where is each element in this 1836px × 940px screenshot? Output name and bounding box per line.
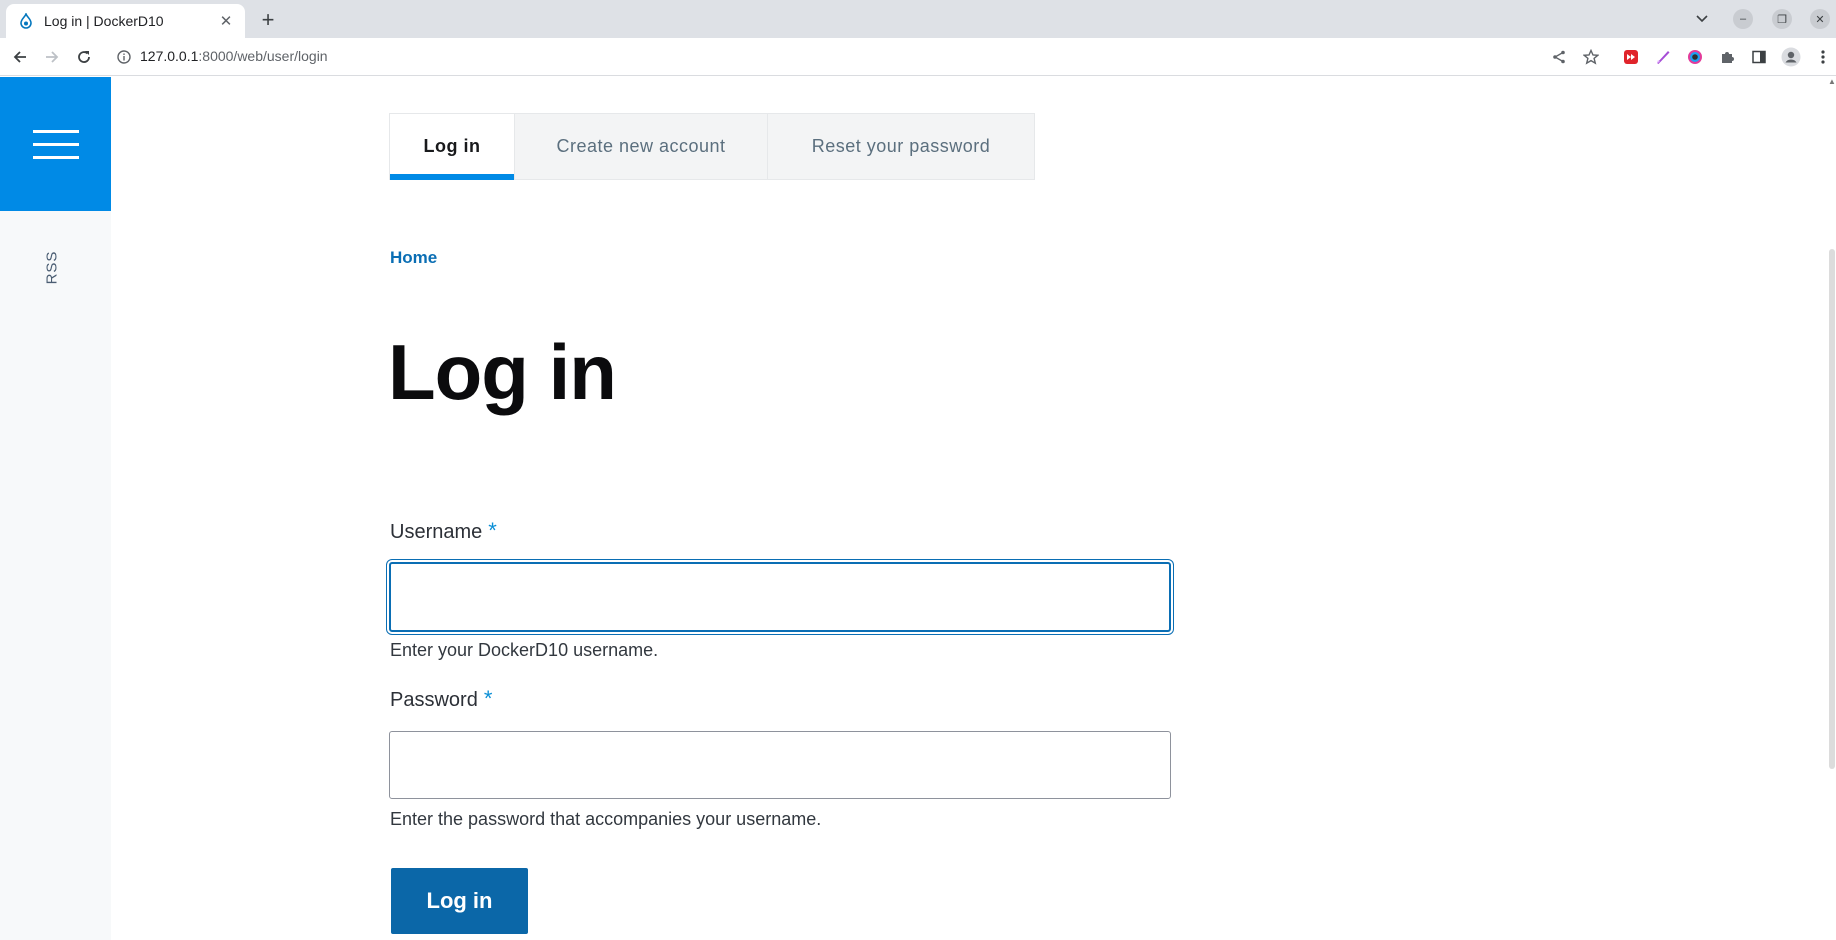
url-host: 127.0.0.1 bbox=[140, 48, 199, 64]
tab-log-in[interactable]: Log in bbox=[390, 114, 515, 180]
page-viewport: RSS Log in Create new account Reset your… bbox=[0, 77, 1836, 940]
login-submit-button[interactable]: Log in bbox=[391, 868, 528, 934]
tab-create-new-account[interactable]: Create new account bbox=[515, 114, 768, 179]
browser-tab[interactable]: Log in | DockerD10 ✕ bbox=[6, 4, 245, 38]
reload-icon[interactable] bbox=[72, 45, 96, 69]
minimize-icon[interactable]: – bbox=[1733, 9, 1753, 29]
tab-reset-password[interactable]: Reset your password bbox=[768, 114, 1034, 179]
extensions-puzzle-icon[interactable] bbox=[1717, 47, 1737, 67]
browser-tab-title: Log in | DockerD10 bbox=[44, 13, 164, 29]
back-icon[interactable] bbox=[8, 45, 32, 69]
profile-icon[interactable] bbox=[1781, 47, 1801, 67]
close-window-icon[interactable]: ✕ bbox=[1810, 9, 1830, 29]
forward-icon[interactable] bbox=[40, 45, 64, 69]
rss-label: RSS bbox=[43, 250, 61, 284]
new-tab-icon[interactable]: + bbox=[256, 7, 280, 32]
address-bar[interactable]: 127.0.0.1:8000/web/user/login bbox=[140, 48, 328, 64]
extension-red-icon[interactable] bbox=[1621, 47, 1641, 67]
scroll-thumb[interactable] bbox=[1829, 249, 1835, 769]
restore-icon[interactable]: ❐ bbox=[1772, 9, 1792, 29]
password-field[interactable] bbox=[389, 731, 1171, 799]
username-label-text: Username bbox=[390, 521, 483, 543]
browser-toolbar: 127.0.0.1:8000/web/user/login bbox=[0, 38, 1836, 76]
tab-search-icon[interactable] bbox=[1692, 9, 1712, 29]
menu-bar-line bbox=[32, 129, 79, 133]
username-help-text: Enter your DockerD10 username. bbox=[390, 640, 659, 660]
password-label: Password * bbox=[390, 686, 492, 712]
username-label: Username * bbox=[390, 518, 497, 544]
password-label-text: Password bbox=[390, 689, 478, 711]
username-field[interactable] bbox=[389, 562, 1171, 632]
url-path: :8000/web/user/login bbox=[198, 48, 328, 64]
side-panel-icon[interactable] bbox=[1749, 47, 1769, 67]
site-info-icon[interactable] bbox=[114, 47, 134, 67]
browser-tab-strip: Log in | DockerD10 ✕ + – ❐ ✕ bbox=[0, 0, 1836, 38]
bookmark-star-icon[interactable] bbox=[1581, 47, 1601, 67]
extension-color-icon[interactable] bbox=[1685, 47, 1705, 67]
page-scrollbar[interactable]: ▲ bbox=[1828, 77, 1836, 940]
extension-pen-icon[interactable] bbox=[1653, 47, 1673, 67]
hamburger-menu-button[interactable] bbox=[0, 77, 111, 211]
close-icon[interactable]: ✕ bbox=[217, 12, 235, 30]
local-tasks-tabs: Log in Create new account Reset your pas… bbox=[389, 113, 1035, 180]
password-help-text: Enter the password that accompanies your… bbox=[390, 809, 822, 829]
more-menu-icon[interactable] bbox=[1813, 47, 1833, 67]
site-sidebar: RSS bbox=[0, 77, 111, 940]
drupal-favicon-icon bbox=[18, 13, 34, 29]
breadcrumb-home-link[interactable]: Home bbox=[390, 248, 437, 268]
share-icon[interactable] bbox=[1549, 47, 1569, 67]
required-marker: * bbox=[483, 686, 493, 711]
required-marker: * bbox=[488, 518, 497, 543]
rss-link[interactable]: RSS bbox=[42, 242, 62, 292]
scroll-up-icon[interactable]: ▲ bbox=[1828, 77, 1836, 89]
menu-bar-line bbox=[32, 142, 79, 146]
menu-bar-line bbox=[32, 155, 79, 159]
page-title: Log in bbox=[388, 328, 617, 416]
